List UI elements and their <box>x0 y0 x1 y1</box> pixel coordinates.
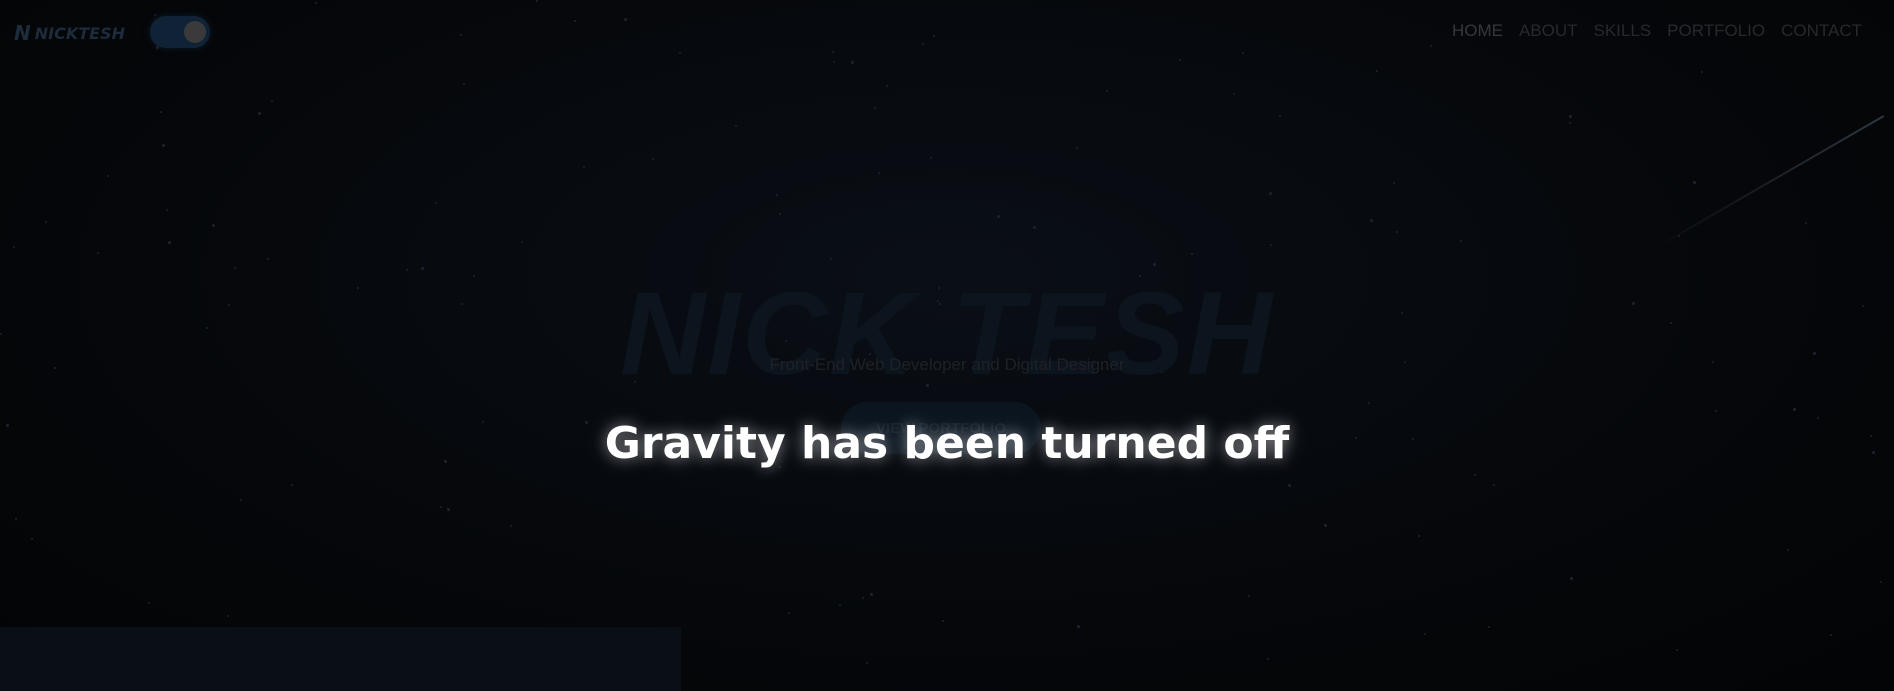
star <box>1715 410 1717 412</box>
logo-mark-icon: N <box>14 21 31 45</box>
star <box>227 615 229 617</box>
hero-subtitle: Front-End Web Developer and Digital Desi… <box>769 355 1125 374</box>
star <box>45 221 47 223</box>
star <box>776 194 778 196</box>
page: N NICKTESH HOME ABOUT SKILLS PORTFOLIO C… <box>0 0 1894 691</box>
star <box>1270 244 1272 246</box>
star <box>1569 115 1572 118</box>
star <box>1267 658 1269 660</box>
star <box>1191 253 1193 255</box>
star <box>874 107 876 109</box>
star <box>870 593 873 596</box>
star <box>463 83 465 85</box>
star <box>1474 474 1476 476</box>
star <box>830 258 832 260</box>
star <box>258 112 261 115</box>
star <box>1787 549 1789 551</box>
star <box>166 209 168 211</box>
star <box>878 172 880 174</box>
gravity-message: Gravity has been turned off <box>604 418 1290 469</box>
star <box>510 525 512 527</box>
nav-contact[interactable]: CONTACT <box>1781 21 1862 41</box>
star <box>652 158 654 160</box>
star <box>1248 595 1250 597</box>
star <box>930 157 932 159</box>
star <box>1493 484 1495 486</box>
star <box>1793 408 1796 411</box>
star <box>1880 581 1882 583</box>
toggle-knob <box>184 21 206 43</box>
star <box>1393 182 1395 184</box>
star <box>1370 219 1373 222</box>
star <box>271 100 273 102</box>
star <box>788 612 790 614</box>
main-nav: HOME ABOUT SKILLS PORTFOLIO CONTACT <box>1452 21 1862 41</box>
star <box>148 602 150 604</box>
star <box>440 506 442 508</box>
star <box>942 620 944 622</box>
star <box>1153 263 1156 266</box>
star <box>212 224 215 227</box>
star <box>168 241 171 244</box>
star <box>13 246 15 248</box>
nav-skills[interactable]: SKILLS <box>1594 21 1652 41</box>
star <box>291 484 293 486</box>
nav-portfolio[interactable]: PORTFOLIO <box>1667 21 1765 41</box>
star <box>862 597 864 599</box>
site-logo[interactable]: N NICKTESH <box>14 21 125 45</box>
star <box>735 125 737 127</box>
star <box>583 166 585 168</box>
star <box>1396 231 1398 233</box>
star <box>1424 633 1426 635</box>
star <box>1324 524 1327 527</box>
star <box>866 662 868 664</box>
star <box>240 499 242 501</box>
star <box>1488 626 1490 628</box>
star <box>31 538 33 540</box>
star <box>997 215 1000 218</box>
logo-text: NICKTESH <box>34 23 125 43</box>
star <box>521 241 523 243</box>
star <box>1279 115 1281 117</box>
star <box>1693 181 1696 184</box>
star <box>1701 71 1703 73</box>
star <box>779 213 781 215</box>
star <box>1269 192 1272 195</box>
star <box>886 85 888 87</box>
star <box>447 508 450 511</box>
star <box>160 111 162 113</box>
star <box>1077 625 1080 628</box>
star <box>1106 90 1108 92</box>
star <box>1368 402 1370 404</box>
star <box>839 604 841 606</box>
bottom-panel <box>0 627 681 691</box>
nav-about[interactable]: ABOUT <box>1519 21 1578 41</box>
star <box>97 252 99 254</box>
star <box>1460 240 1462 242</box>
site-header: N NICKTESH HOME ABOUT SKILLS PORTFOLIO C… <box>0 0 1894 62</box>
star <box>1805 222 1807 224</box>
star <box>1233 93 1235 95</box>
star <box>15 518 17 520</box>
star <box>107 175 109 177</box>
star <box>1569 122 1571 124</box>
star <box>1288 484 1291 487</box>
star <box>162 144 165 147</box>
hero-title: NICK TESH <box>620 268 1274 401</box>
star <box>1033 226 1036 229</box>
nav-home[interactable]: HOME <box>1452 21 1503 41</box>
star <box>435 202 437 204</box>
star <box>267 258 269 260</box>
star <box>1676 649 1678 651</box>
star <box>1418 535 1420 537</box>
star <box>1376 70 1378 72</box>
star <box>1076 147 1078 149</box>
star <box>1570 577 1573 580</box>
theme-toggle[interactable] <box>150 16 210 48</box>
star <box>1830 634 1832 636</box>
